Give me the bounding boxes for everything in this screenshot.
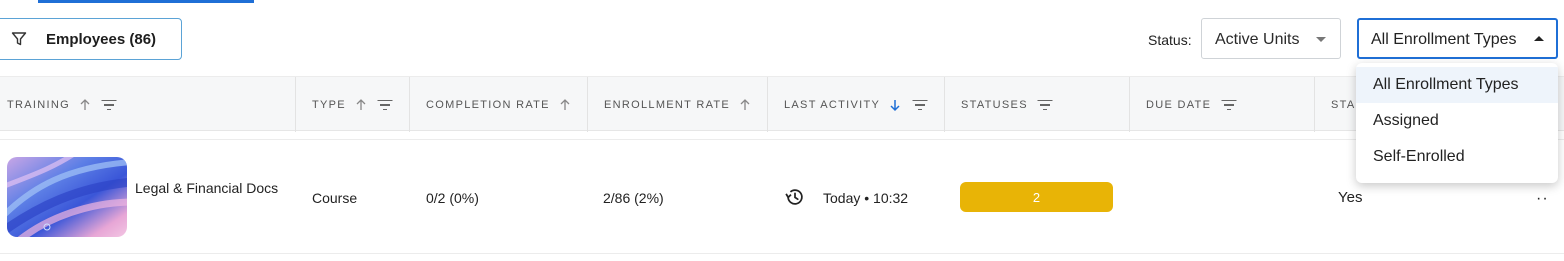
training-type: Course [312,190,358,206]
arrow-up-icon[interactable] [738,98,752,112]
enrollment-rate-value: 2/86 (2%) [603,190,664,206]
status-select-value: Active Units [1215,31,1300,48]
column-header-statuses[interactable]: STATUSES [961,77,1053,132]
employees-filter-label: Employees (86) [46,31,157,48]
column-divider [767,77,768,132]
column-divider [295,77,296,132]
column-header-last-activity[interactable]: LAST ACTIVITY [784,77,928,132]
active-tab-underline [38,0,254,3]
chevron-down-icon [1316,37,1326,42]
row-divider [0,139,1564,140]
enrollment-type-dropdown: All Enrollment Types Assigned Self-Enrol… [1356,63,1558,183]
training-thumbnail [7,157,127,237]
status-select[interactable]: Active Units [1201,18,1341,59]
employees-filter-button[interactable]: Employees (86) [0,18,182,60]
enrollment-type-value: All Enrollment Types [1371,31,1517,48]
column-header-enrollment-rate[interactable]: ENROLLMENT RATE [604,77,752,132]
column-header-type[interactable]: TYPE [312,77,393,132]
column-header-completion-rate[interactable]: COMPLETION RATE [426,77,572,132]
column-divider [587,77,588,132]
filter-lines-icon[interactable] [1037,99,1053,111]
table-header: TRAINING TYPE COMPLETION RATE ENROLLMENT… [0,76,1564,132]
filter-lines-icon[interactable] [1221,99,1237,111]
status-badge[interactable]: 2 [960,182,1113,212]
arrow-up-icon[interactable] [354,98,368,112]
history-icon [785,189,803,205]
filter-icon [11,32,27,46]
column-header-training[interactable]: TRAINING [7,77,117,132]
status-filter-label: Status: [1148,32,1192,48]
completion-rate-value: 0/2 (0%) [426,190,479,206]
more-icon[interactable]: ·· [1536,190,1549,208]
arrow-up-icon[interactable] [558,98,572,112]
dropdown-option-self-enrolled[interactable]: Self-Enrolled [1356,139,1558,175]
column-header-status-partial[interactable]: STA [1331,77,1355,132]
column-divider [944,77,945,132]
enrollment-type-select[interactable]: All Enrollment Types [1357,18,1558,59]
dropdown-option-all-enrollment-types[interactable]: All Enrollment Types [1356,67,1558,103]
row-divider [0,253,1564,254]
column-header-due-date[interactable]: DUE DATE [1146,77,1237,132]
filter-lines-icon[interactable] [101,99,117,111]
training-title[interactable]: Legal & Financial Docs [135,178,285,199]
arrow-up-icon[interactable] [78,98,92,112]
filter-lines-icon[interactable] [377,99,393,111]
filter-lines-icon[interactable] [912,99,928,111]
column-divider [1314,77,1315,132]
arrow-down-icon[interactable] [888,98,902,112]
dropdown-option-assigned[interactable]: Assigned [1356,103,1558,139]
last-activity-value: Today • 10:32 [823,190,909,206]
status-flag-value: Yes [1338,189,1363,206]
chevron-up-icon [1534,36,1544,41]
column-divider [409,77,410,132]
column-divider [1129,77,1130,132]
